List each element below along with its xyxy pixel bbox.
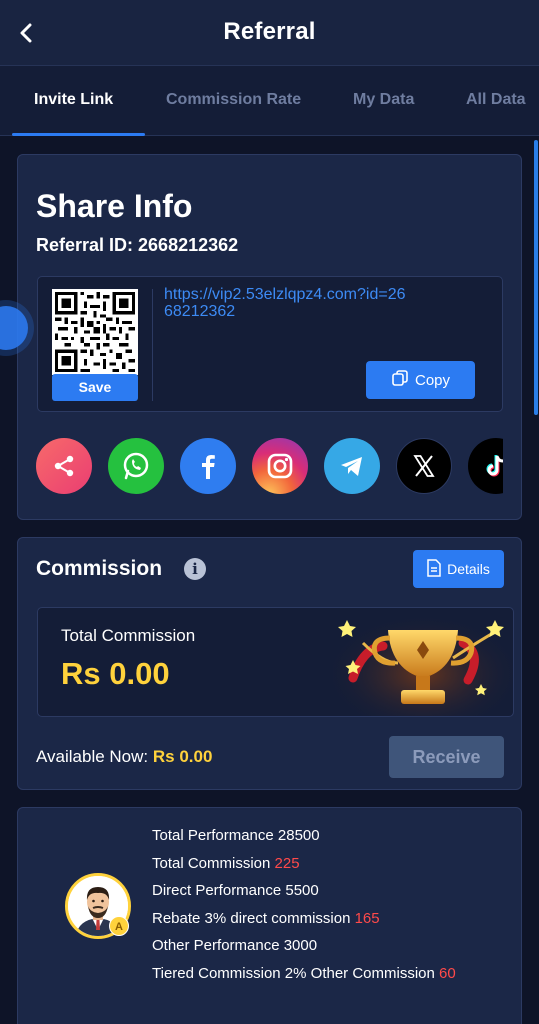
stat-direct-rebate: Rebate 3% direct commission 165 bbox=[152, 909, 456, 937]
save-qr-button[interactable]: Save bbox=[52, 374, 138, 401]
tab-all-data[interactable]: All Data bbox=[466, 91, 526, 109]
details-button[interactable]: Details bbox=[413, 550, 504, 588]
details-label: Details bbox=[447, 561, 490, 577]
stat-value: 60 bbox=[439, 964, 456, 982]
tiktok-icon[interactable] bbox=[468, 438, 503, 494]
commission-title: Commission bbox=[36, 557, 163, 580]
stat-label: Other Performance 3000 bbox=[152, 937, 318, 955]
stat-total-performance: Total Performance 28500 bbox=[152, 826, 456, 854]
tab-invite-link[interactable]: Invite Link bbox=[34, 91, 113, 109]
tab-my-data[interactable]: My Data bbox=[353, 91, 414, 109]
performance-stats: Total Performance 28500 Total Commission… bbox=[152, 826, 456, 992]
top-bar: Referral bbox=[0, 0, 539, 66]
invite-link-box: Save https://vip2.53elzlqpz4.com?id=2668… bbox=[37, 276, 503, 412]
qr-code bbox=[52, 289, 138, 375]
whatsapp-icon[interactable] bbox=[108, 438, 164, 494]
scrollbar-thumb[interactable] bbox=[534, 140, 538, 415]
telegram-icon[interactable] bbox=[324, 438, 380, 494]
stat-other-performance: Other Performance 3000 bbox=[152, 936, 456, 964]
available-now: Available Now: Rs 0.00 bbox=[36, 747, 212, 767]
invite-link[interactable]: https://vip2.53elzlqpz4.com?id=266821236… bbox=[164, 286, 414, 320]
stat-label: Direct Performance 5500 bbox=[152, 882, 319, 900]
copy-link-button[interactable]: Copy bbox=[366, 361, 475, 399]
active-tab-indicator bbox=[12, 133, 145, 136]
share-icon[interactable] bbox=[36, 438, 92, 494]
stat-label: Total Commission bbox=[152, 854, 275, 872]
copy-label: Copy bbox=[414, 371, 451, 389]
facebook-icon[interactable] bbox=[180, 438, 236, 494]
available-now-label: Available Now: bbox=[36, 747, 153, 766]
total-commission-box: Total Commission Rs 0.00 bbox=[37, 607, 514, 717]
tab-bar: Invite Link Commission Rate My Data All … bbox=[0, 66, 539, 136]
stat-total-commission: Total Commission 225 bbox=[152, 854, 456, 882]
social-share-row bbox=[36, 438, 503, 496]
share-info-title: Share Info bbox=[36, 188, 193, 224]
stat-tiered-commission: Tiered Commission 2% Other Commission 60 bbox=[152, 964, 456, 992]
trophy-icon bbox=[333, 608, 513, 716]
stat-label: Total Performance 28500 bbox=[152, 827, 320, 844]
receive-button[interactable]: Receive bbox=[389, 736, 504, 778]
stat-direct-performance: Direct Performance 5500 bbox=[152, 881, 456, 909]
instagram-icon[interactable] bbox=[252, 438, 308, 494]
stat-label: Rebate 3% direct commission bbox=[152, 909, 355, 927]
x-icon[interactable] bbox=[396, 438, 452, 494]
stat-value: 165 bbox=[354, 909, 380, 927]
performance-card: A Total Performance 28500 Total Commissi… bbox=[17, 807, 522, 1024]
stat-label: Tiered Commission 2% Other Commission bbox=[152, 964, 440, 982]
share-info-card: Share Info Referral ID: 2668212362 Save … bbox=[17, 154, 522, 520]
document-icon bbox=[427, 558, 441, 580]
referral-id: Referral ID: 2668212362 bbox=[36, 235, 239, 255]
total-commission-label: Total Commission bbox=[61, 626, 196, 645]
total-commission-value: Rs 0.00 bbox=[61, 656, 170, 691]
stat-value: 225 bbox=[274, 854, 300, 872]
available-now-value: Rs 0.00 bbox=[152, 747, 213, 766]
commission-card: Commission i Details Total Commission Rs… bbox=[17, 537, 522, 790]
info-icon[interactable]: i bbox=[184, 558, 206, 580]
tab-commission-rate[interactable]: Commission Rate bbox=[166, 91, 301, 109]
copy-icon bbox=[391, 369, 409, 391]
level-badge: A bbox=[109, 916, 129, 936]
page-title: Referral bbox=[223, 18, 316, 45]
divider bbox=[152, 289, 153, 401]
